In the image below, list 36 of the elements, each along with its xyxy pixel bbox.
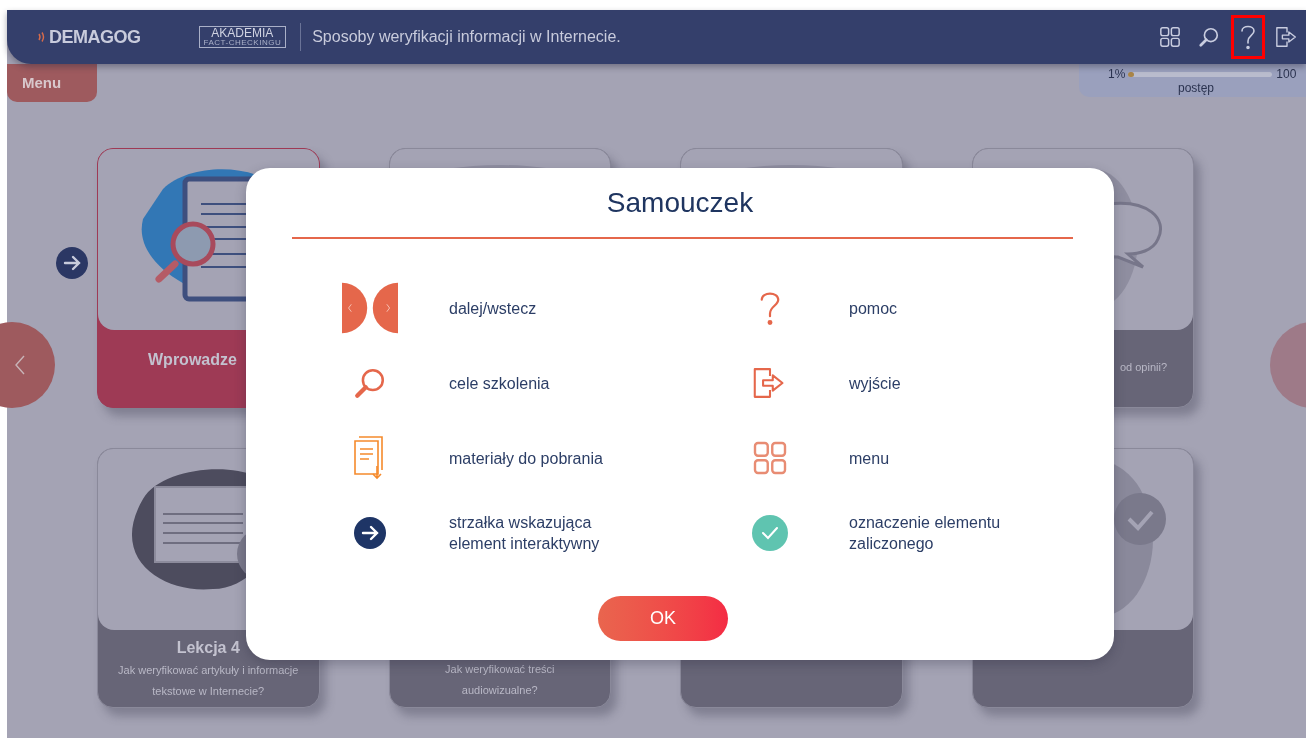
legend-label: pomoc xyxy=(849,298,899,319)
legend-label: dalej/wstecz xyxy=(449,298,538,319)
arrow-circle-icon xyxy=(354,517,386,549)
academy-badge: AKADEMIA FACT-CHECKINGU xyxy=(198,26,287,48)
card-subtitle: Jak weryfikować treści audiowizualne? xyxy=(444,662,556,698)
help-icon xyxy=(1240,24,1256,50)
exit-icon xyxy=(1275,25,1299,49)
card-subtitle: Jak weryfikować artykuły i informacje tekstowe w Internecie? xyxy=(117,663,300,699)
progress-start-label: 1% xyxy=(1108,67,1126,81)
sound-waves-icon xyxy=(37,31,47,43)
card-title: Lekcja 4 xyxy=(175,638,241,658)
chevron-left-icon xyxy=(15,355,25,375)
legend-label: menu xyxy=(849,448,891,469)
search-icon xyxy=(1198,26,1220,48)
logo-text: DEMAGOG xyxy=(49,25,141,49)
legend-label: strzałka wskazująca element interaktywny xyxy=(449,513,601,554)
progress-end-label: 100 xyxy=(1276,67,1297,81)
ok-button[interactable]: OK xyxy=(598,596,728,641)
question-mark-icon xyxy=(759,290,781,326)
search-icon xyxy=(353,366,387,400)
card-subtitle: od opinii? xyxy=(1118,360,1168,375)
legend-label: oznaczenie elementu zaliczonego xyxy=(849,513,1002,554)
legend-label: cele szkolenia xyxy=(449,373,551,394)
card-title: Wprowadze xyxy=(147,350,238,370)
grid-icon xyxy=(1159,26,1181,48)
prev-next-icon xyxy=(342,281,398,335)
legend-label: wyjście xyxy=(849,373,902,394)
grid-icon xyxy=(752,440,788,476)
check-circle-icon xyxy=(752,515,788,551)
legend-label: materiały do pobrania xyxy=(449,448,604,469)
help-button[interactable] xyxy=(1231,15,1265,59)
arrow-circle-icon xyxy=(56,247,88,279)
progress-caption: postęp xyxy=(1178,81,1216,95)
course-title: Sposoby weryfikacji informacji w Internecie. xyxy=(312,27,621,47)
dialog-title: Samouczek xyxy=(605,186,755,220)
menu-tab[interactable]: Menu xyxy=(7,64,97,102)
